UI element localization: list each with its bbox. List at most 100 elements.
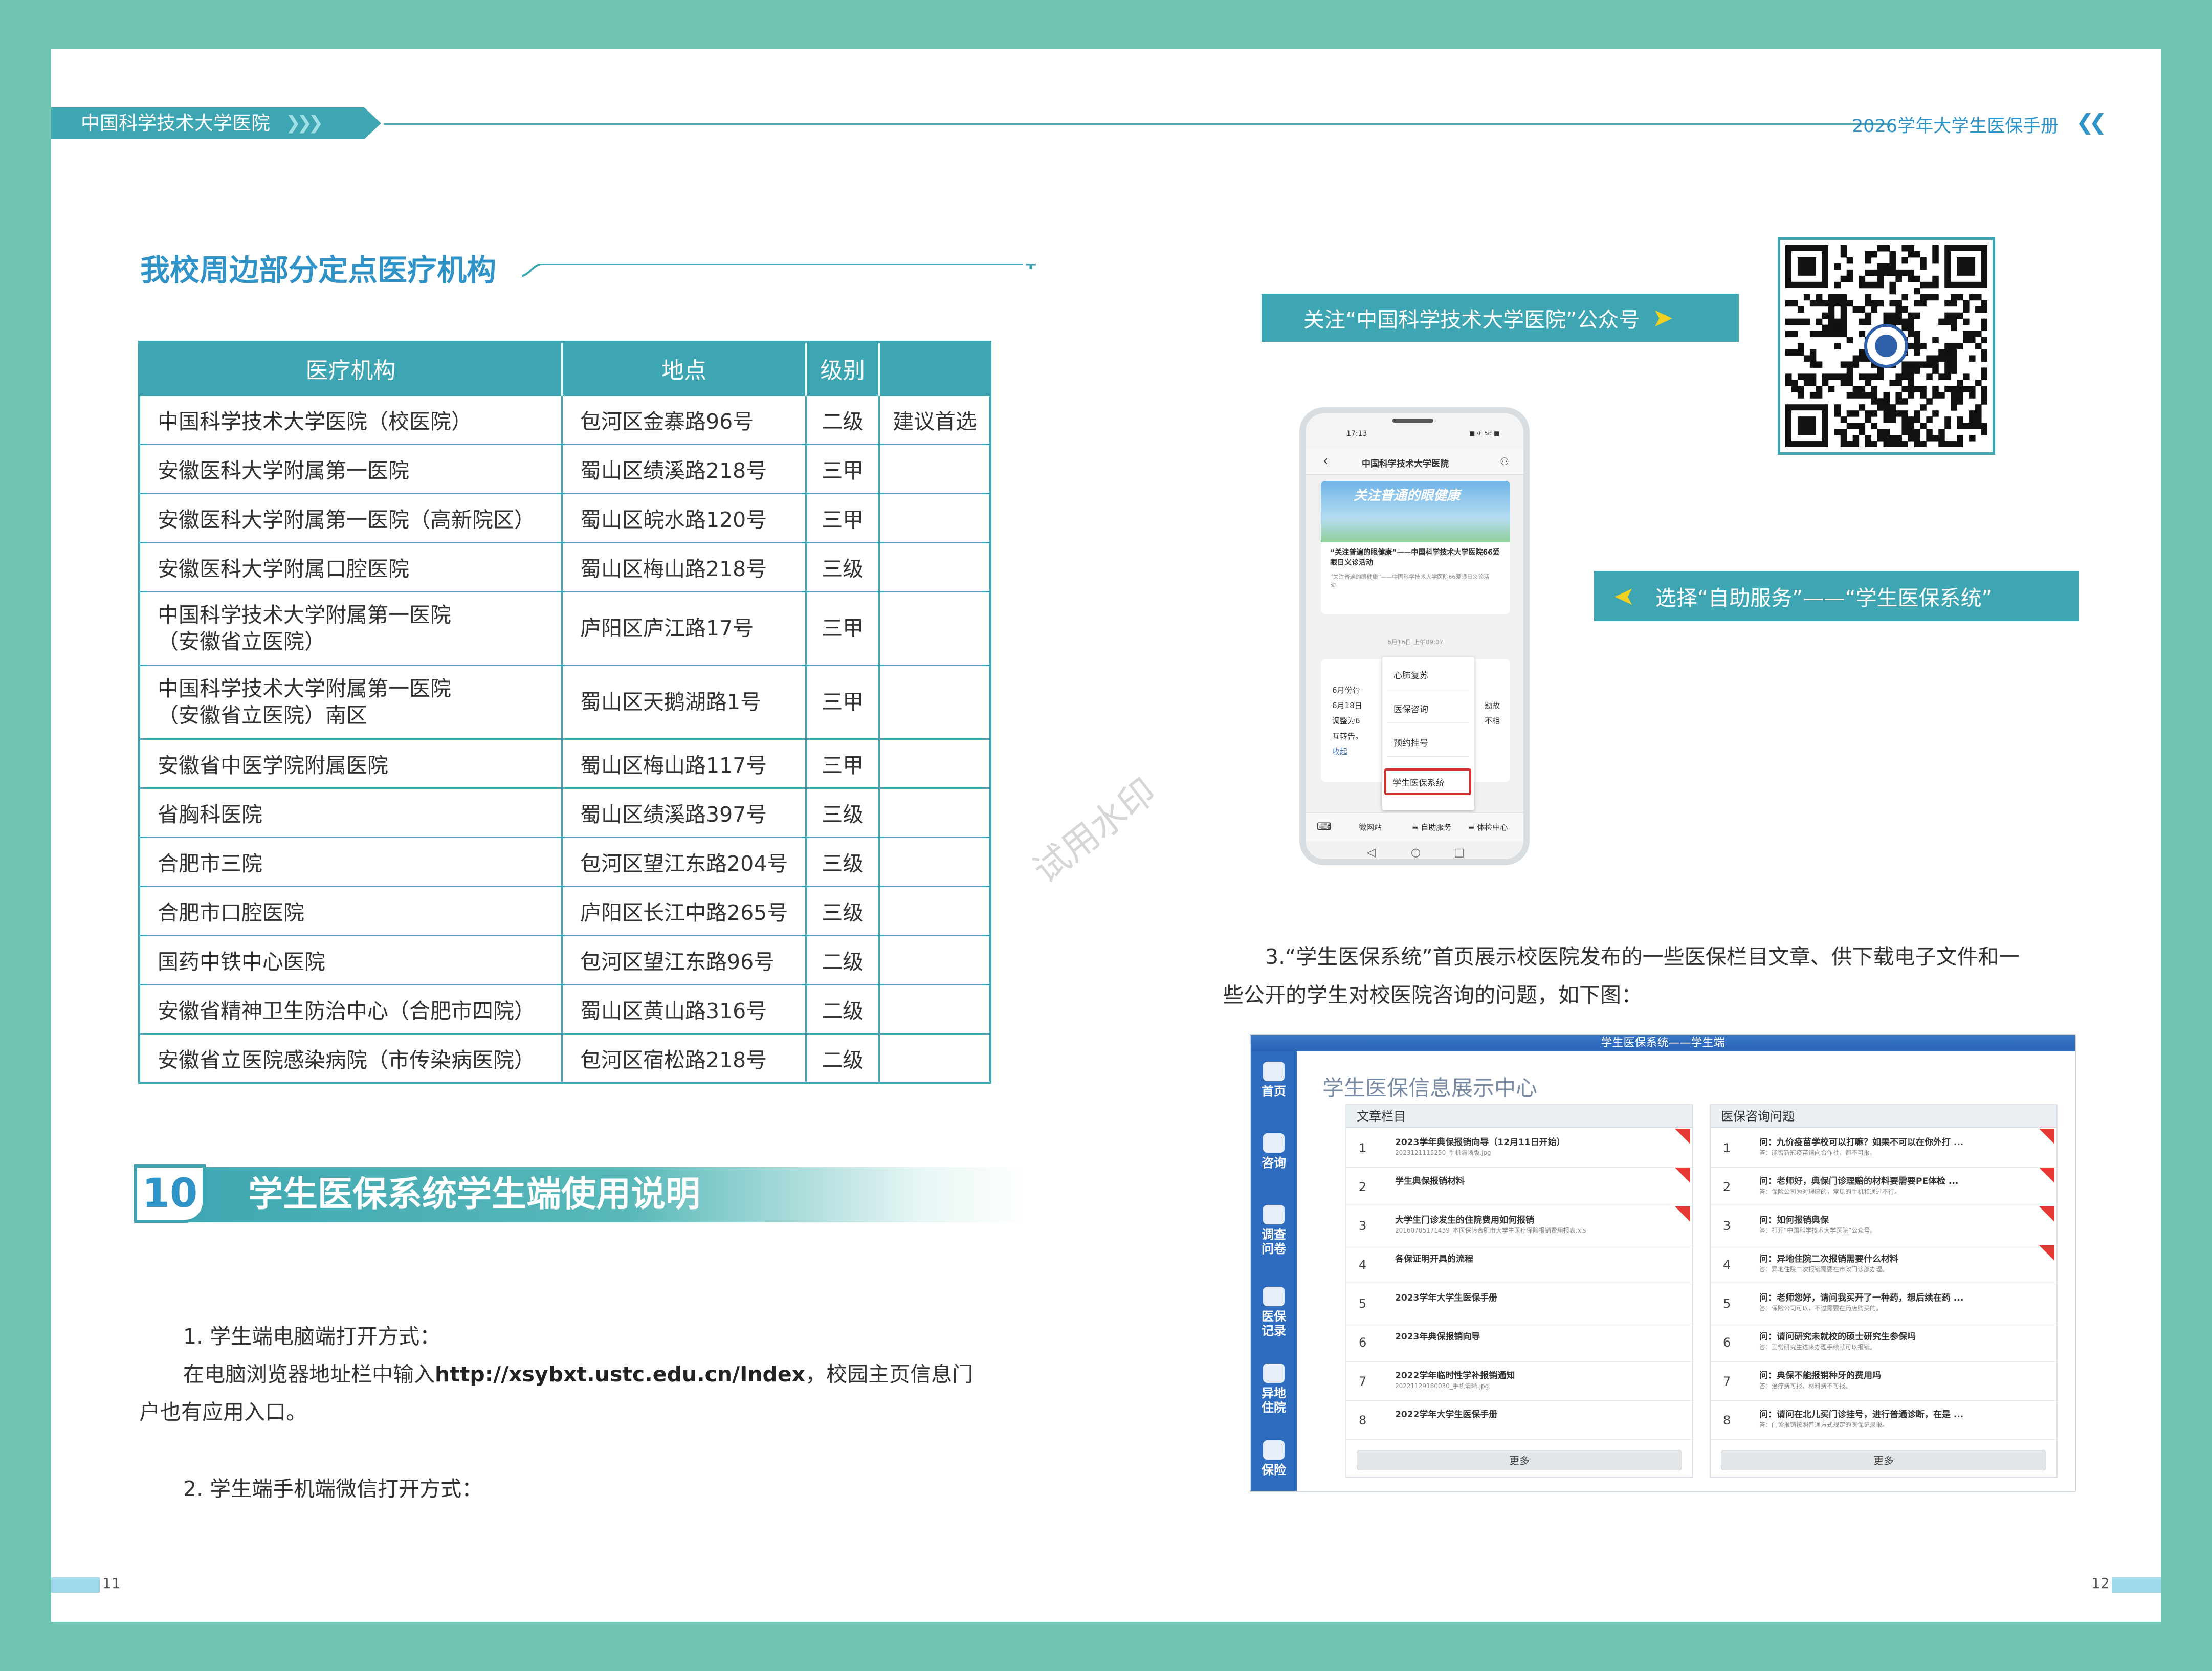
list-item[interactable]: 2 学生典保报销材料	[1346, 1168, 1692, 1206]
header-right-arrows: ❮❮	[2076, 109, 2107, 135]
item-number: 4	[1359, 1258, 1367, 1272]
item-title[interactable]: 2023学年典保报销向导（12月11日开始）	[1395, 1135, 1565, 1148]
sidebar-item-insurance[interactable]: 保险	[1251, 1440, 1297, 1477]
menu-item-student-insurance-highlight[interactable]: 学生医保系统	[1384, 768, 1471, 795]
list-item[interactable]: 6 2023年典保报销向导	[1346, 1323, 1692, 1362]
col-header-location: 地点	[561, 342, 807, 395]
cell-institution: 中国科学技术大学附属第一医院 （安徽省立医院）南区	[138, 664, 563, 740]
cell-level: 三甲	[805, 590, 880, 666]
bottom-menu-checkup[interactable]: ≡ 体检中心	[1468, 822, 1508, 832]
qr-code	[1778, 237, 1995, 455]
list-item[interactable]: 7 2022学年临时性学补报销通知 20221129180030_手机清晰.jpg	[1346, 1362, 1692, 1401]
cell-level: 三级	[805, 836, 880, 887]
col-header-institution: 医疗机构	[139, 342, 563, 395]
item-title[interactable]: 学生典保报销材料	[1395, 1174, 1465, 1186]
item-title[interactable]: 2023年典保报销向导	[1395, 1329, 1480, 1342]
new-badge-icon	[2039, 1168, 2054, 1183]
list-item[interactable]: 1 问：九价疫苗学校可以打嘛？如果不可以在你外打 ... 答：能否新冠疫苗请向合作社…	[1711, 1129, 2056, 1168]
nav-back-icon[interactable]: ◁	[1367, 846, 1376, 859]
list-item[interactable]: 8 2022学年大学生医保手册	[1346, 1401, 1692, 1440]
article-card[interactable]: 关注普通的眼健康 “关注普遍的眼健康”——中国科学技术大学医院66爱眼日义诊活动…	[1321, 481, 1510, 614]
list-item[interactable]: 6 问：请问研究未就校的硕士研究生参保吗 答：正常研究生进来办理手续就可以报销。	[1711, 1323, 2056, 1362]
message-line: 互转告。	[1332, 732, 1363, 741]
list-item[interactable]: 5 问：老师您好，请问我买开了一种药，想后续在药 ... 答：保险公司可以，不过需要…	[1711, 1284, 2056, 1323]
header-left-label: 中国科学技术大学医院	[81, 112, 270, 134]
bottom-menu-self-service[interactable]: ≡ 自助服务	[1412, 822, 1451, 832]
institution-name: 国药中铁中心医院	[158, 950, 325, 974]
new-badge-icon	[2039, 1245, 2054, 1261]
instruction-pc-heading: 1. 学生端电脑端打开方式：	[183, 1324, 441, 1349]
item-number: 2	[1359, 1180, 1367, 1194]
sidebar-item-remote-hospital[interactable]: 异地住院	[1251, 1364, 1297, 1415]
item-title[interactable]: 大学生门诊发生的住院费用如何报销	[1395, 1213, 1534, 1225]
consult-icon	[1263, 1133, 1285, 1153]
cell-location: 蜀山区梅山路117号	[561, 738, 807, 789]
list-item[interactable]: 4 问：异地住院二次报销需要什么材料 答：异地住院二次报销需要在市政门诊部办理。	[1711, 1245, 2056, 1284]
list-item[interactable]: 4 各保证明开具的流程	[1346, 1245, 1692, 1284]
item-title[interactable]: 各保证明开具的流程	[1395, 1251, 1473, 1264]
sidebar-item-survey[interactable]: 调查问卷	[1251, 1205, 1297, 1256]
cell-note	[878, 492, 991, 543]
item-title[interactable]: 问：老师好，典保门诊理赔的材料要需要PE体检 ...	[1759, 1174, 1958, 1186]
item-number: 1	[1723, 1141, 1731, 1155]
sidebar-item-home[interactable]: 首页	[1251, 1062, 1297, 1098]
web-sidebar: 首页 咨询 调查问卷 医保记录 异地住院 保险	[1251, 1051, 1297, 1491]
cell-level: 三甲	[805, 738, 880, 789]
item-title[interactable]: 问：典保不能报销种牙的费用吗	[1759, 1368, 1881, 1381]
menu-item-appointment[interactable]: 预约挂号	[1393, 736, 1428, 749]
cell-location: 包河区金寨路96号	[561, 394, 807, 445]
item-title[interactable]: 问：如何报销典保	[1759, 1213, 1829, 1225]
cell-location: 蜀山区绩溪路397号	[561, 787, 807, 838]
item-title[interactable]: 问：请问研究未就校的硕士研究生参保吗	[1759, 1329, 1916, 1342]
menu-item-insurance-consult[interactable]: 医保咨询	[1393, 702, 1428, 715]
sidebar-label: 保险	[1262, 1463, 1286, 1477]
table-row: 安徽医科大学附属第一医院 蜀山区绩溪路218号 三甲	[138, 443, 991, 494]
item-title[interactable]: 问：请问在北儿买门诊挂号，进行普通诊断，在是 ...	[1759, 1407, 1963, 1420]
table-header-row: 医疗机构 地点 级别	[139, 342, 991, 395]
item-number: 2	[1723, 1180, 1731, 1194]
cell-note	[878, 590, 991, 666]
cell-institution: 中国科学技术大学医院（校医院）	[138, 394, 563, 445]
message-line: 题故	[1485, 701, 1500, 710]
item-subtitle: 答：异地住院二次报销需要在市政门诊部办理。	[1759, 1266, 1889, 1273]
list-item[interactable]: 3 问：如何报销典保 答：打开“中国科学技术大学医院”公众号。	[1711, 1206, 2056, 1245]
back-chevron-icon[interactable]: ‹	[1323, 453, 1328, 469]
item-subtitle: 答：能否新冠疫苗请向合作社，都不可报。	[1759, 1149, 1876, 1156]
institution-name: 合肥市三院	[158, 851, 262, 876]
self-service-menu: 心肺复苏 医保咨询 预约挂号 学生医保系统	[1382, 657, 1474, 810]
list-item[interactable]: 1 2023学年典保报销向导（12月11日开始） 2023121115250_手机清…	[1346, 1129, 1692, 1168]
user-profile-icon[interactable]: ⚇	[1500, 455, 1509, 468]
item-title[interactable]: 2022学年临时性学补报销通知	[1395, 1368, 1515, 1381]
list-item[interactable]: 8 问：请问在北儿买门诊挂号，进行普通诊断，在是 ... 答：门诊报销按照普通方式规…	[1711, 1401, 2056, 1440]
list-item[interactable]: 3 大学生门诊发生的住院费用如何报销 20160705171439_本医保转合肥市大…	[1346, 1206, 1692, 1245]
cell-institution: 合肥市口腔医院	[138, 885, 563, 936]
institution-name: 省胸科医院	[158, 802, 262, 827]
item-title[interactable]: 2023学年大学生医保手册	[1395, 1290, 1497, 1303]
col-header-note	[878, 342, 991, 395]
system-url-link[interactable]: http://xsybxt.ustc.edu.cn/Index	[435, 1362, 805, 1387]
cell-institution: 安徽省立医院感染病院（市传染病医院）	[138, 1032, 563, 1084]
arrow-left-icon: ➤	[1613, 581, 1635, 611]
item-title[interactable]: 问：九价疫苗学校可以打嘛？如果不可以在你外打 ...	[1759, 1135, 1963, 1148]
list-item[interactable]: 5 2023学年大学生医保手册	[1346, 1284, 1692, 1323]
consult-more-button[interactable]: 更多	[1721, 1450, 2046, 1470]
article-more-button[interactable]: 更多	[1357, 1450, 1682, 1470]
sidebar-item-consult[interactable]: 咨询	[1251, 1133, 1297, 1170]
list-item[interactable]: 7 问：典保不能报销种牙的费用吗 答：治疗费可报，材料费不可报。	[1711, 1362, 2056, 1401]
item-title[interactable]: 2022学年大学生医保手册	[1395, 1407, 1497, 1420]
bottom-menu-microsite[interactable]: 微网站	[1359, 822, 1382, 832]
item-title[interactable]: 问：异地住院二次报销需要什么材料	[1759, 1251, 1898, 1264]
header-right-label: 2026学年大学生医保手册	[1852, 116, 2059, 137]
menu-item-student-insurance[interactable]: 学生医保系统	[1392, 776, 1445, 788]
cell-note	[878, 934, 991, 985]
nav-home-icon[interactable]: ○	[1411, 846, 1421, 859]
cell-institution: 安徽省精神卫生防治中心（合肥市四院）	[138, 983, 563, 1035]
list-item[interactable]: 2 问：老师好，典保门诊理赔的材料要需要PE体检 ... 答：保险公司为对理赔的，常…	[1711, 1168, 2056, 1206]
sidebar-item-records[interactable]: 医保记录	[1251, 1287, 1297, 1338]
sidebar-label: 咨询	[1262, 1156, 1286, 1170]
nav-recent-icon[interactable]: □	[1454, 846, 1465, 859]
keyboard-icon[interactable]: ⌨	[1317, 820, 1332, 832]
item-title[interactable]: 问：老师您好，请问我买开了一种药，想后续在药 ...	[1759, 1290, 1963, 1303]
menu-item-cpr[interactable]: 心肺复苏	[1393, 668, 1428, 681]
item-subtitle: 答：保险公司为对理赔的，常见的手机和通过不行。	[1759, 1188, 1901, 1195]
